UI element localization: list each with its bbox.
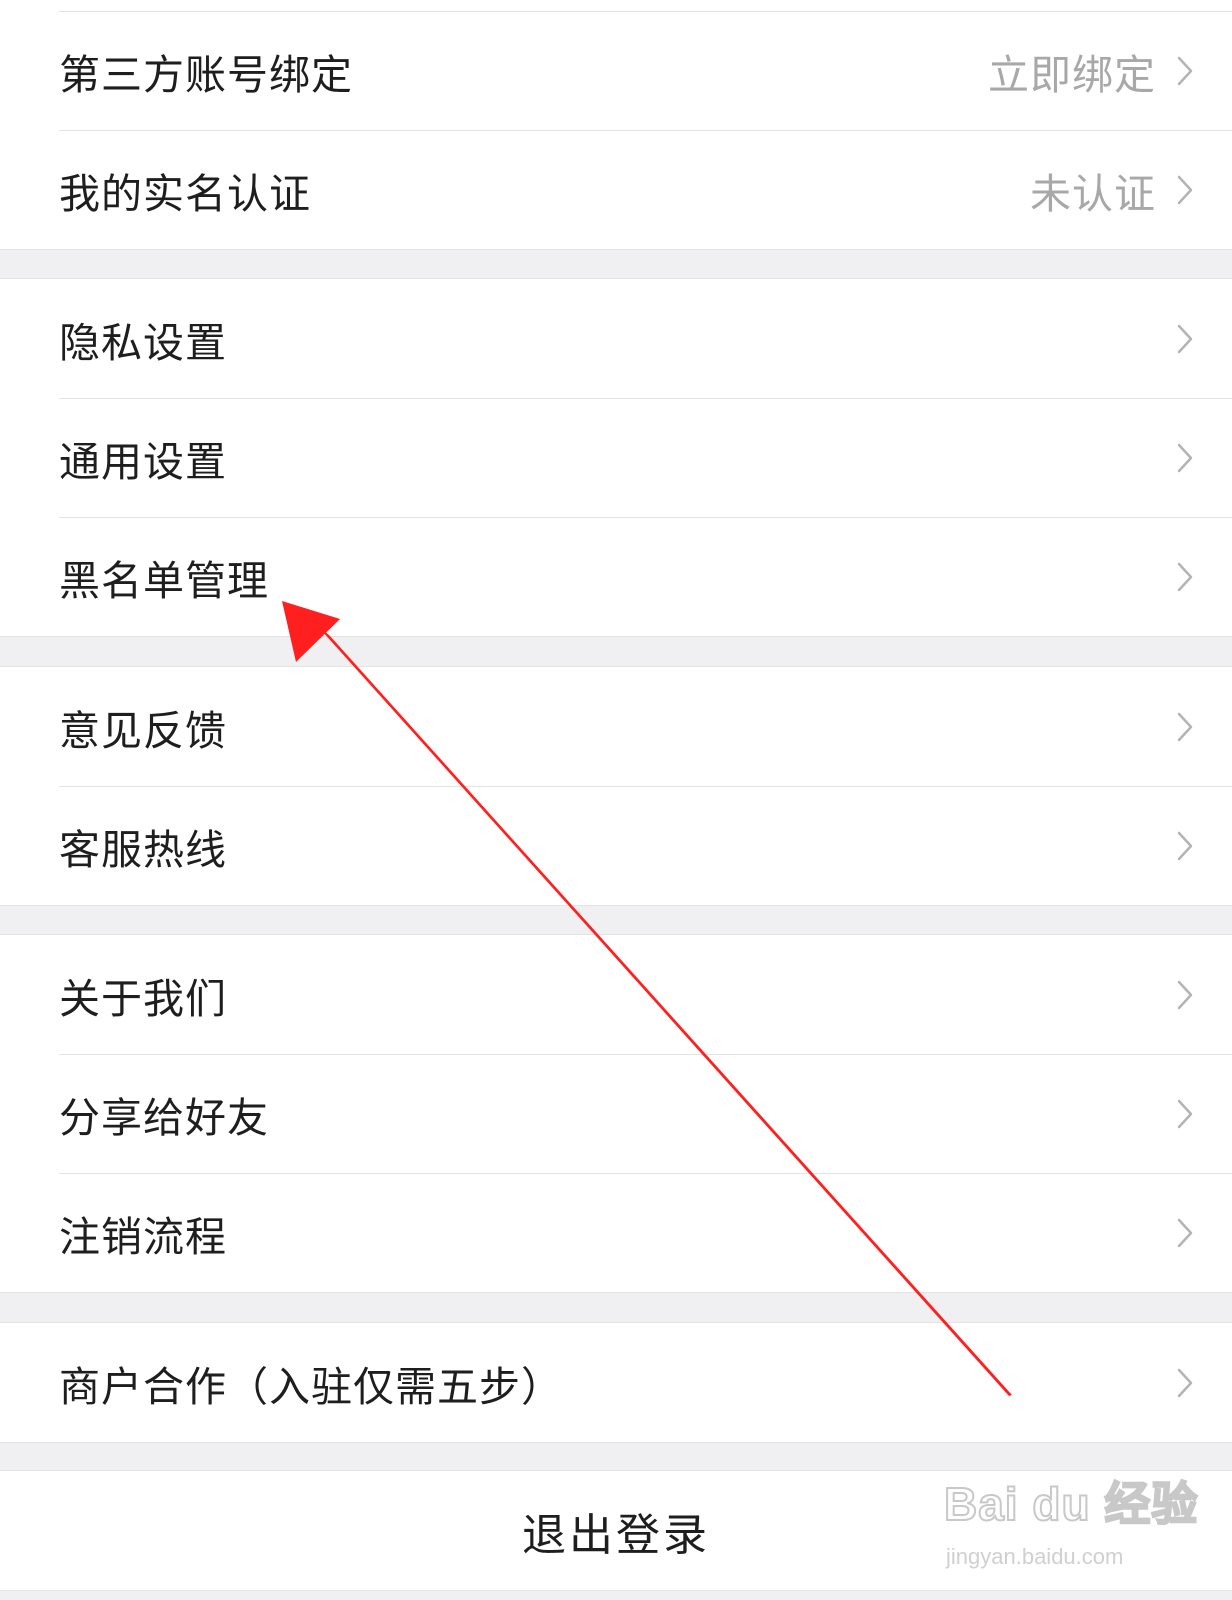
chevron-right-icon	[1174, 709, 1196, 745]
support-group: 意见反馈 客服热线	[0, 666, 1232, 906]
chevron-right-icon	[1174, 1096, 1196, 1132]
merchant-cooperation-label: 商户合作（入驻仅需五步）	[59, 1362, 563, 1411]
chevron-right-icon	[1174, 440, 1196, 476]
settings-row-about-us[interactable]: 关于我们	[0, 935, 1232, 1054]
chevron-right-icon	[1174, 559, 1196, 595]
share-to-friends-label: 分享给好友	[59, 1093, 269, 1142]
feedback-label: 意见反馈	[59, 706, 227, 755]
chevron-right-icon	[1174, 1365, 1196, 1401]
settings-row-share[interactable]: 分享给好友	[0, 1054, 1232, 1173]
settings-row-customer-service[interactable]: 客服热线	[0, 786, 1232, 905]
settings-page: 第三方账号绑定 立即绑定 我的实名认证 未认证 隐私设置 通用设置 黑名单管理 …	[0, 0, 1232, 1600]
third-party-binding-label: 第三方账号绑定	[59, 50, 353, 99]
logout-label: 退出登录	[522, 1509, 710, 1561]
merchant-group: 商户合作（入驻仅需五步）	[0, 1322, 1232, 1443]
settings-row-account-cancellation[interactable]: 注销流程	[0, 1173, 1232, 1292]
blacklist-management-label: 黑名单管理	[59, 556, 269, 605]
account-group: 第三方账号绑定 立即绑定 我的实名认证 未认证	[0, 0, 1232, 250]
settings-row-feedback[interactable]: 意见反馈	[0, 667, 1232, 786]
chevron-right-icon	[1174, 321, 1196, 357]
real-name-verification-label: 我的实名认证	[59, 169, 311, 218]
settings-row-real-name-verification[interactable]: 我的实名认证 未认证	[0, 130, 1232, 249]
logout-group: 退出登录	[0, 1470, 1232, 1591]
general-settings-label: 通用设置	[59, 437, 227, 486]
settings-row-third-party-binding[interactable]: 第三方账号绑定 立即绑定	[0, 11, 1232, 130]
chevron-right-icon	[1174, 172, 1196, 208]
third-party-binding-status: 立即绑定	[988, 50, 1156, 99]
chevron-right-icon	[1174, 977, 1196, 1013]
settings-row-privacy[interactable]: 隐私设置	[0, 279, 1232, 398]
logout-button[interactable]: 退出登录	[0, 1471, 1232, 1590]
account-cancellation-label: 注销流程	[59, 1212, 227, 1261]
customer-service-label: 客服热线	[59, 825, 227, 874]
settings-row-placeholder-top	[0, 0, 1232, 11]
settings-row-merchant-cooperation[interactable]: 商户合作（入驻仅需五步）	[0, 1323, 1232, 1442]
settings-row-blacklist[interactable]: 黑名单管理	[0, 517, 1232, 636]
privacy-settings-label: 隐私设置	[59, 318, 227, 367]
chevron-right-icon	[1174, 1215, 1196, 1251]
chevron-right-icon	[1174, 828, 1196, 864]
chevron-right-icon	[1174, 53, 1196, 89]
settings-group: 隐私设置 通用设置 黑名单管理	[0, 278, 1232, 637]
about-us-label: 关于我们	[59, 974, 227, 1023]
about-group: 关于我们 分享给好友 注销流程	[0, 934, 1232, 1293]
real-name-verification-status: 未认证	[1030, 169, 1156, 218]
settings-row-general[interactable]: 通用设置	[0, 398, 1232, 517]
